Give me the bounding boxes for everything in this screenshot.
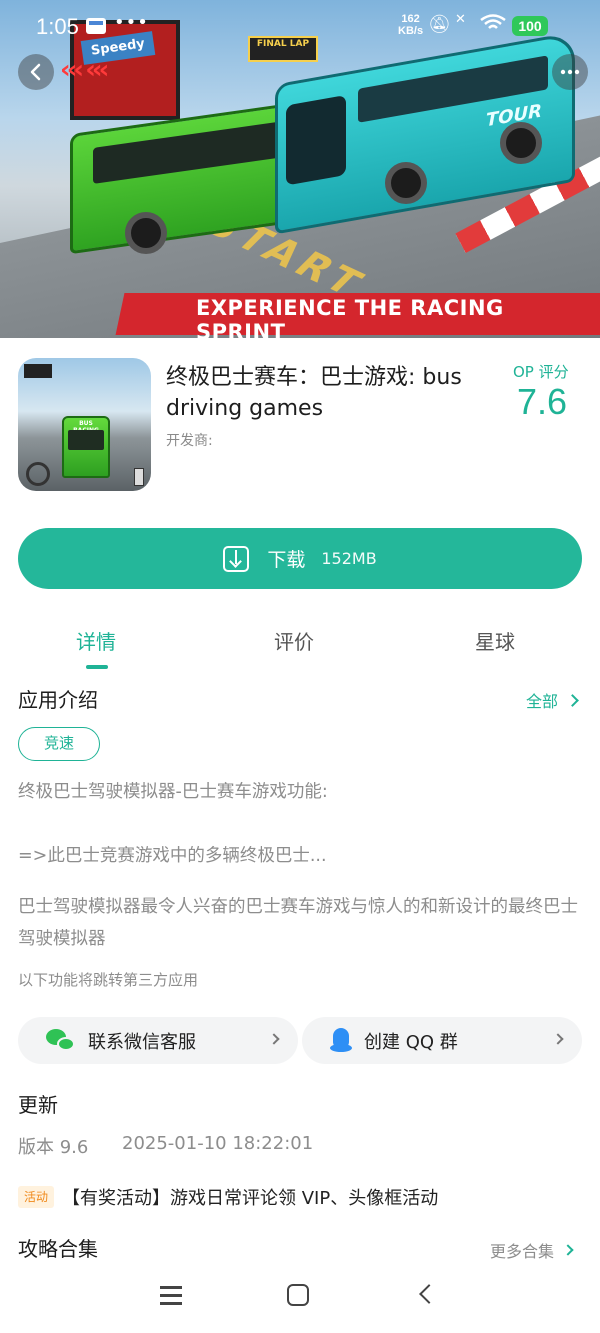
qq-group-label: 创建 QQ 群 (364, 1031, 458, 1053)
tab-indicator (86, 665, 108, 669)
network-speed: 162 KB/s (398, 13, 424, 37)
wifi-icon (480, 14, 506, 29)
more-dots-icon (560, 69, 580, 75)
score-value: 7.6 (517, 381, 568, 422)
score-label: OP 评分 (513, 363, 569, 381)
steering-wheel-icon (26, 462, 50, 486)
app-title: 终极巴士赛车：巴士游戏: bus driving games (166, 365, 462, 421)
app-icon[interactable]: BUS RACING (18, 358, 151, 491)
tab-details[interactable]: 详情 (76, 626, 116, 655)
chevron-left-icon (30, 63, 41, 81)
download-icon (223, 545, 250, 572)
guides-title: 攻略合集 (18, 1237, 98, 1261)
description-line: =>此巴士竞赛游戏中的多辆终极巴士... (18, 846, 327, 866)
view-all-link[interactable]: 全部 (526, 688, 579, 712)
tab-bar: 详情 评价 星球 (0, 620, 600, 670)
back-button[interactable] (18, 54, 54, 90)
third-party-note: 以下功能将跳转第三方应用 (18, 971, 199, 989)
pedal-icon (134, 468, 144, 486)
bus-wheel (500, 122, 542, 164)
lap-counter-graphic (24, 364, 52, 378)
more-guides-label: 更多合集 (490, 1242, 555, 1261)
promo-badge: 活动 (18, 1186, 54, 1208)
bus-wheel (385, 162, 427, 204)
download-button[interactable]: 下载 152MB (18, 528, 582, 589)
create-qq-group-button[interactable]: 创建 QQ 群 (302, 1017, 582, 1064)
genre-tag[interactable]: 竞速 (18, 727, 100, 761)
battery-indicator: 100 (512, 16, 548, 36)
update-date: 2025-01-10 18:22:01 (122, 1133, 314, 1154)
wechat-support-label: 联系微信客服 (88, 1031, 196, 1053)
more-guides-link[interactable]: 更多合集 (490, 1238, 574, 1262)
bus-wheel (125, 212, 167, 254)
back-icon[interactable] (419, 1284, 439, 1304)
menu-icon[interactable] (160, 1286, 182, 1306)
chevron-right-icon (268, 1033, 280, 1045)
mute-icon: 🔕︎ (428, 14, 451, 35)
banner-text: EXPERIENCE THE RACING SPRINT (196, 296, 504, 338)
status-time: 1:05 (36, 14, 79, 39)
download-label: 下载 (267, 549, 306, 571)
view-all-label: 全部 (526, 692, 559, 711)
wechat-support-button[interactable]: 联系微信客服 (18, 1017, 298, 1064)
version-label: 版本 9.6 (18, 1137, 89, 1158)
bus-graphic: BUS RACING (62, 416, 110, 478)
more-options-button[interactable] (552, 54, 588, 90)
system-nav-bar (0, 1270, 600, 1333)
chevron-right-icon (552, 1033, 564, 1045)
status-bar: 1:05 ••• 162 KB/s 🔕︎ ✕ 100 (0, 0, 600, 56)
chevron-right-icon (566, 693, 579, 707)
qq-icon (330, 1027, 352, 1054)
download-size: 152MB (321, 549, 377, 568)
arrow-signs: ‹‹‹ ‹‹‹ (60, 55, 109, 85)
chevron-right-icon (562, 1244, 574, 1256)
wechat-icon (46, 1028, 76, 1053)
tab-planet[interactable]: 星球 (475, 626, 515, 655)
no-signal-icon: ✕ (455, 12, 466, 27)
description-line: 终极巴士驾驶模拟器-巴士赛车游戏功能: (18, 782, 328, 802)
update-title: 更新 (18, 1093, 58, 1117)
message-icon (86, 18, 106, 34)
developer-label: 开发商: (166, 433, 213, 449)
intro-title: 应用介绍 (18, 688, 98, 712)
home-icon[interactable] (287, 1284, 309, 1306)
promo-link[interactable]: 【有奖活动】游戏日常评论领 VIP、头像框活动 (62, 1184, 438, 1210)
tab-reviews[interactable]: 评价 (274, 626, 314, 655)
description-paragraph: 巴士驾驶模拟器最令人兴奋的巴士赛车游戏与惊人的和新设计的最终巴士驾驶模拟器 (18, 897, 578, 949)
more-notifications-icon: ••• (114, 12, 149, 33)
